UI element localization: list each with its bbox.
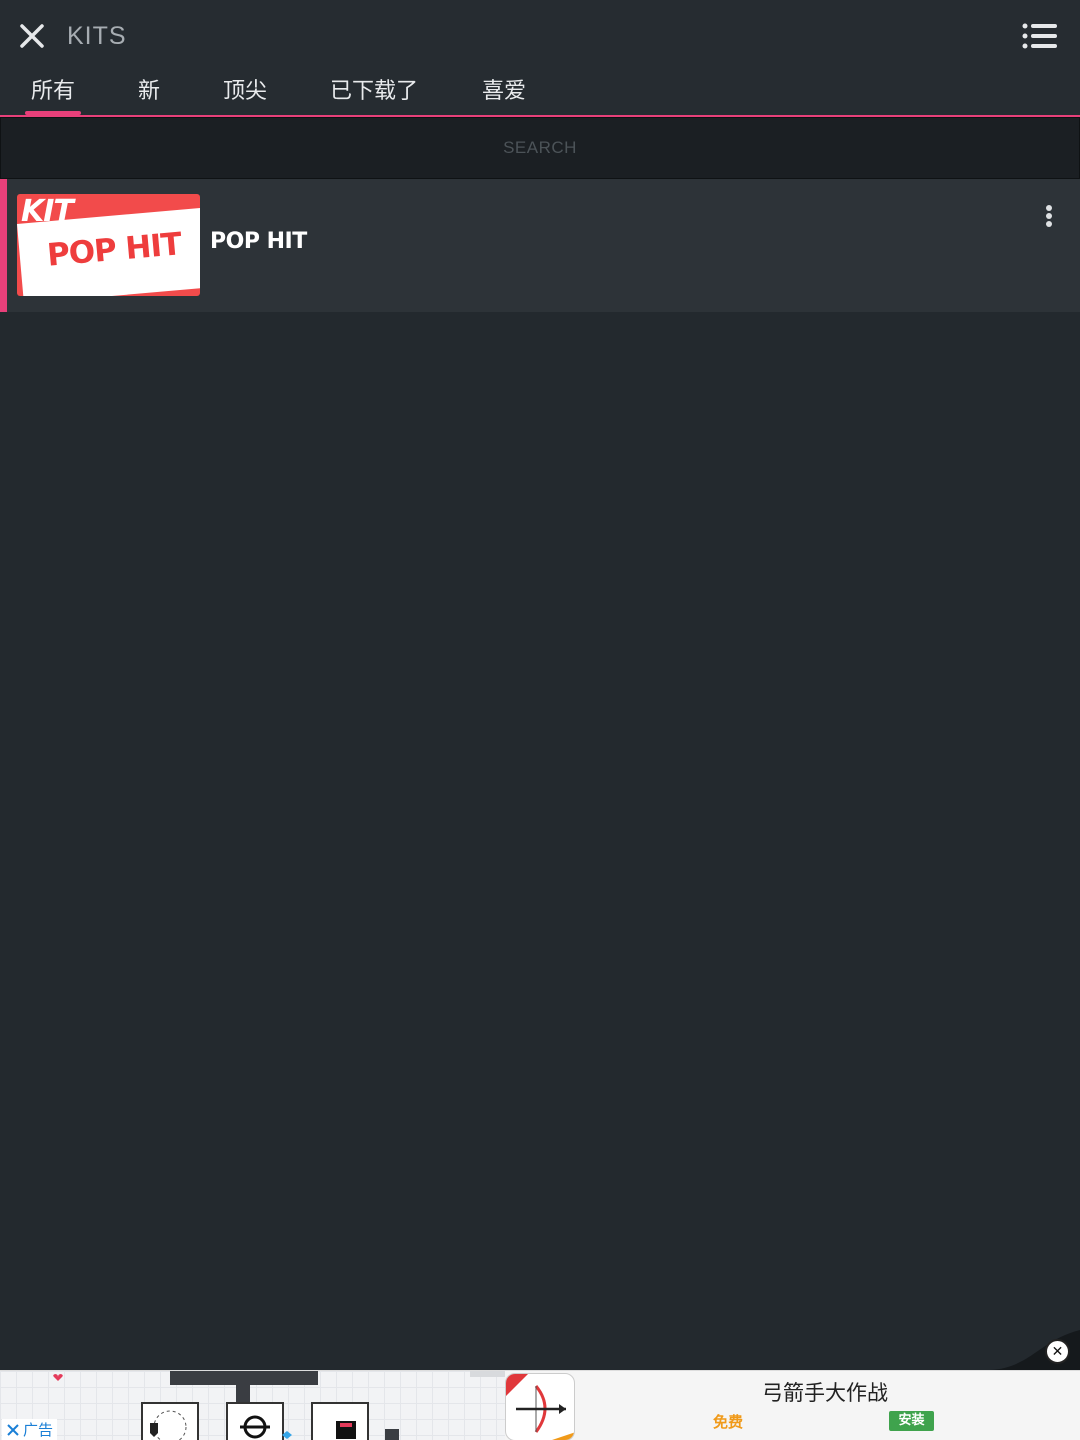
kit-thumbnail: KIT POP HIT xyxy=(17,194,200,296)
selected-accent-bar xyxy=(0,179,7,312)
ad-label: 广告 xyxy=(2,1419,58,1440)
more-options-button[interactable] xyxy=(1036,201,1062,231)
ad-label-text: 广告 xyxy=(23,1421,54,1439)
more-options-dot xyxy=(1046,213,1052,219)
list-menu-button[interactable] xyxy=(1020,18,1060,54)
tab-all[interactable]: 所有 xyxy=(24,72,82,115)
search-input[interactable] xyxy=(1,118,1079,178)
ad-app-title: 弓箭手大作战 xyxy=(762,1381,888,1405)
top-bar: KITS xyxy=(0,0,1080,72)
tab-favorites[interactable]: 喜爱 xyxy=(482,72,526,115)
kit-name: POP HIT xyxy=(210,229,307,254)
tab-top[interactable]: 顶尖 xyxy=(223,72,267,115)
ad-close-button[interactable]: ✕ xyxy=(1045,1339,1070,1364)
close-icon: ✕ xyxy=(1051,1343,1064,1360)
close-button[interactable] xyxy=(14,18,50,54)
list-icon xyxy=(1022,23,1057,49)
thumbnail-kit-text: KIT xyxy=(21,194,74,229)
game-scene-illustration xyxy=(53,1371,505,1440)
tab-downloaded[interactable]: 已下载了 xyxy=(330,72,418,115)
ad-game-preview: 广告 xyxy=(0,1371,505,1440)
kit-list-item[interactable]: KIT POP HIT POP HIT xyxy=(0,179,1080,312)
more-options-dot xyxy=(1046,221,1052,227)
tab-bar: 所有 新 顶尖 已下载了 喜爱 xyxy=(0,72,1080,117)
ad-app-icon xyxy=(505,1373,575,1440)
page-title: KITS xyxy=(67,22,127,50)
search-bar xyxy=(0,117,1080,179)
bow-arrow-icon xyxy=(506,1374,574,1440)
ad-banner[interactable]: 广告 弓箭手大作战 免费 安装 xyxy=(0,1370,1080,1440)
close-icon xyxy=(20,24,44,48)
tab-new[interactable]: 新 xyxy=(138,72,160,115)
ad-install-button[interactable]: 安装 xyxy=(889,1411,934,1431)
more-options-icon xyxy=(1046,205,1052,211)
close-icon[interactable] xyxy=(6,1423,20,1437)
ad-price: 免费 xyxy=(713,1413,744,1431)
